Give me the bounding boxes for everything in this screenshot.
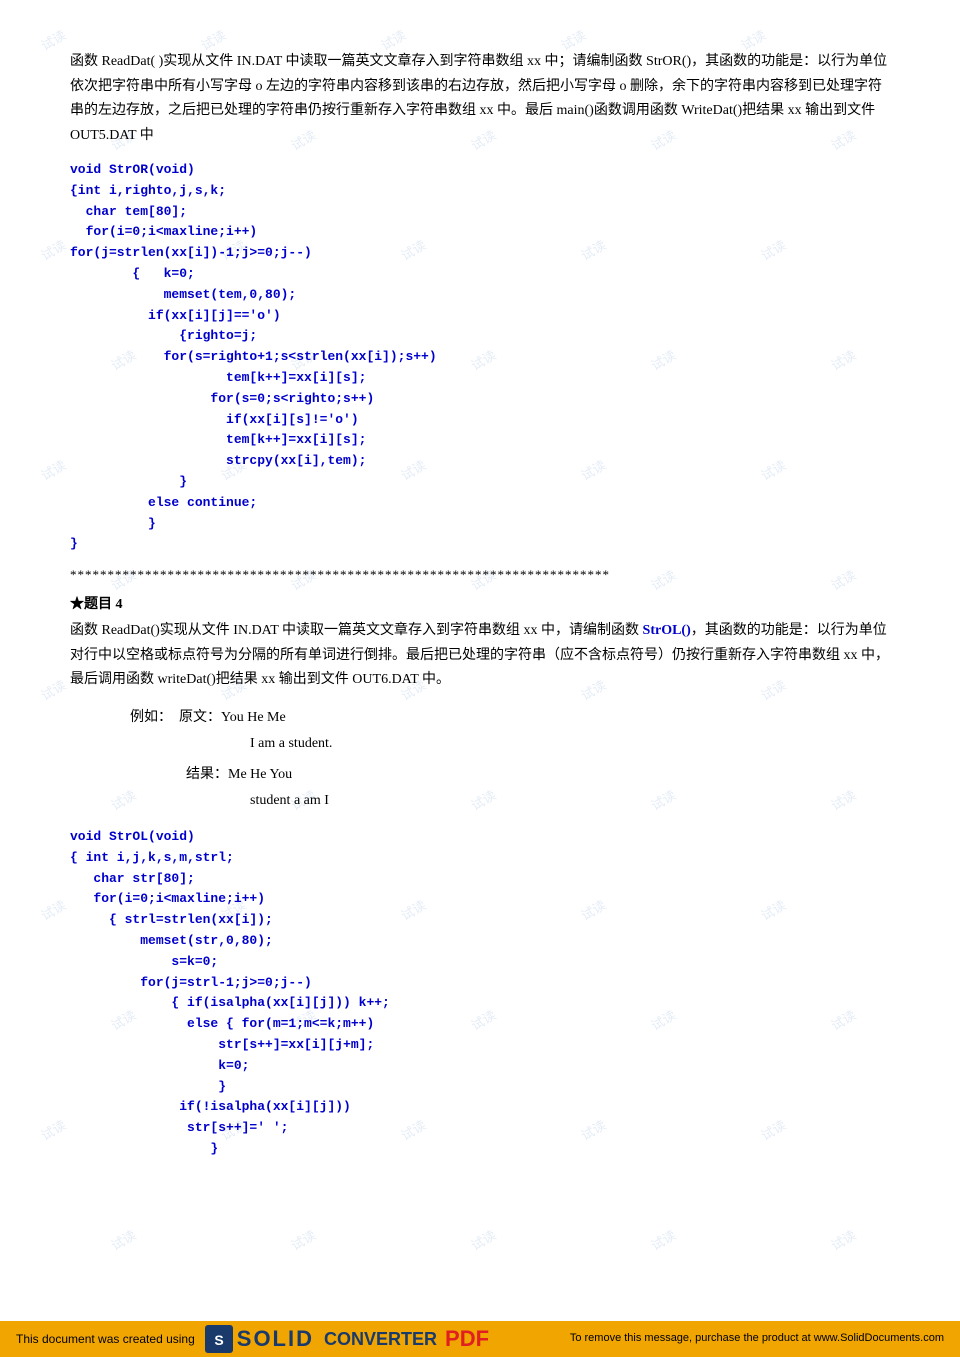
solid-logo-icon: S: [205, 1325, 233, 1353]
brand-solid: SOLID: [237, 1326, 314, 1352]
brand-converter: CONVERTER: [324, 1329, 437, 1350]
page-content: 函数 ReadDat( )实现从文件 IN.DAT 中读取一篇英文文章存入到字符…: [0, 0, 960, 1192]
svg-text:S: S: [214, 1332, 223, 1348]
code-section2: void StrOL(void) { int i,j,k,s,m,strl; c…: [70, 827, 890, 1160]
footer-left-text: This document was created using: [16, 1332, 195, 1346]
code-section1: void StrOR(void) {int i,righto,j,s,k; ch…: [70, 160, 890, 555]
section4-intro-text-before: 函数 ReadDat()实现从文件 IN.DAT 中读取一篇英文文章存入到字符串…: [70, 623, 643, 638]
divider-line: ****************************************…: [70, 567, 890, 583]
example-result: 结果：Me He You: [130, 762, 890, 789]
example-original: 例如： 原文：You He Me: [130, 705, 890, 732]
section4-intro: 函数 ReadDat()实现从文件 IN.DAT 中读取一篇英文文章存入到字符串…: [70, 619, 890, 693]
example-result-label: 结果：Me He You: [130, 767, 292, 782]
brand-pdf: PDF: [445, 1326, 489, 1352]
section4-title: ★题目 4: [70, 593, 890, 613]
example-original-line2: I am a student.: [250, 731, 890, 758]
strol-label: StrOL(): [643, 623, 691, 638]
example-block: 例如： 原文：You He Me I am a student. 结果：Me H…: [130, 705, 890, 815]
footer-bar: This document was created using S SOLID …: [0, 1321, 960, 1357]
footer-center: S SOLID CONVERTER PDF: [205, 1325, 489, 1353]
example-result-line2: student a am I: [250, 788, 890, 815]
example-line2-text: I am a student.: [250, 736, 332, 751]
intro-text: 函数 ReadDat( )实现从文件 IN.DAT 中读取一篇英文文章存入到字符…: [70, 54, 887, 143]
intro-paragraph: 函数 ReadDat( )实现从文件 IN.DAT 中读取一篇英文文章存入到字符…: [70, 50, 890, 148]
example-label: 例如： 原文：You He Me: [130, 710, 286, 725]
example-result-line2-text: student a am I: [250, 793, 329, 808]
footer-right-text: To remove this message, purchase the pro…: [570, 1331, 944, 1346]
solid-logo: S SOLID CONVERTER PDF: [205, 1325, 489, 1353]
